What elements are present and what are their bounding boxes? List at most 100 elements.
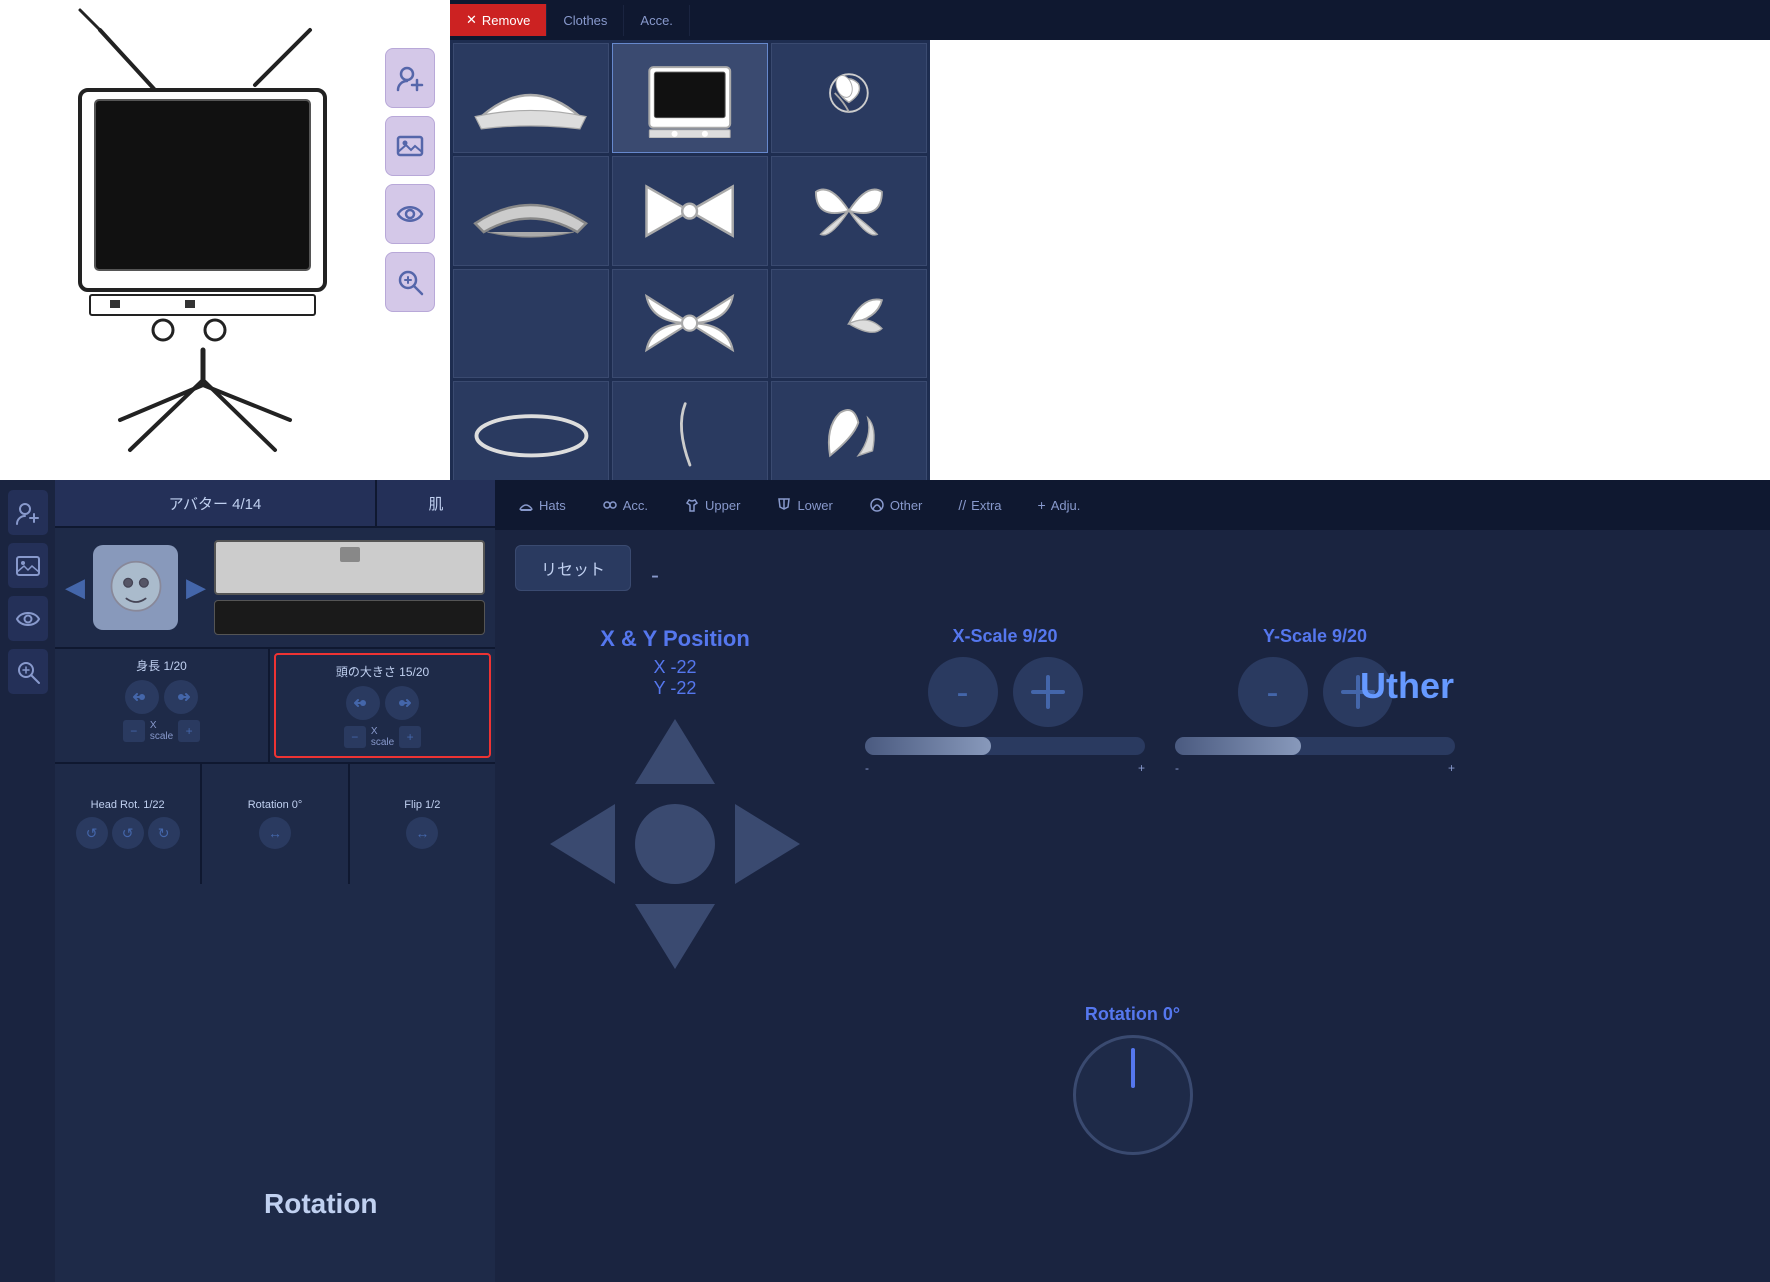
- flip-cell: Flip 1/2 ↔: [350, 764, 495, 884]
- horn-item: [636, 399, 744, 474]
- y-scale-max-label: +: [1448, 761, 1455, 775]
- head-scale-minus[interactable]: −: [344, 726, 366, 748]
- item-cell-2[interactable]: [612, 43, 768, 153]
- dpad-left-button[interactable]: [550, 804, 615, 884]
- right-tabs: Hats Acc. Upper: [495, 480, 1770, 530]
- item-cell-12[interactable]: [771, 381, 927, 491]
- action-row: Head Rot. 1/22 ↺ ↺ ↻ Rotation 0° ↔ Flip …: [55, 764, 495, 884]
- height-increase-button[interactable]: [164, 680, 198, 714]
- icon-sidebar: [0, 480, 55, 1282]
- x-scale-minus-button[interactable]: -: [928, 657, 998, 727]
- panel-header: アバター 4/14 肌: [55, 480, 495, 528]
- dpad-center-button[interactable]: [635, 804, 715, 884]
- avatar-face-row: ◀ ▶: [55, 528, 495, 649]
- items-grid: [450, 40, 930, 480]
- arrow-right-icon: [172, 688, 190, 706]
- item-cell-9[interactable]: [771, 269, 927, 379]
- avatar-next-button[interactable]: ▶: [186, 572, 206, 603]
- rotation-circle[interactable]: [1073, 1035, 1193, 1155]
- skin-swatches: [214, 540, 485, 635]
- x-scale-btn-row: -: [865, 657, 1145, 727]
- tab-extra[interactable]: // Extra: [940, 489, 1019, 521]
- dpad-up-button[interactable]: [635, 719, 715, 784]
- tab-adjust[interactable]: + Adju.: [1020, 489, 1099, 521]
- rotation-controls: ↔: [259, 817, 291, 849]
- dash-label: -: [651, 562, 659, 590]
- y-scale-track[interactable]: [1175, 737, 1455, 755]
- head-increase-button[interactable]: [385, 686, 419, 720]
- height-decrease-button[interactable]: [125, 680, 159, 714]
- height-arrows: [63, 680, 260, 714]
- hat-item-1: [469, 55, 592, 141]
- x-scale-plus-button[interactable]: [1013, 657, 1083, 727]
- sidebar-buttons: [385, 48, 445, 312]
- head-rot-btn-2[interactable]: ↺: [112, 817, 144, 849]
- head-decrease-button[interactable]: [346, 686, 380, 720]
- reset-button[interactable]: リセット: [515, 545, 631, 591]
- sidebar-eye-btn[interactable]: [8, 596, 48, 641]
- item-cell-4[interactable]: [453, 156, 609, 266]
- sidebar-image-btn[interactable]: [8, 543, 48, 588]
- item-cell-10[interactable]: [453, 381, 609, 491]
- nav-tab-clothes[interactable]: Clothes: [547, 5, 624, 36]
- y-scale-track-labels: - +: [1175, 761, 1455, 775]
- height-scale-minus[interactable]: −: [123, 720, 145, 742]
- y-value: Y -22: [515, 678, 835, 699]
- sidebar-add-btn[interactable]: [8, 490, 48, 535]
- item-cell-7[interactable]: [453, 269, 609, 379]
- head-arrows: [284, 686, 481, 720]
- right-main-panel: Hats Acc. Upper: [495, 480, 1770, 1282]
- hats-tab-icon: [518, 497, 534, 513]
- item-cell-1[interactable]: [453, 43, 609, 153]
- x-scale-track[interactable]: [865, 737, 1145, 755]
- controls-area: X & Y Position X -22 Y -22: [515, 626, 1750, 974]
- tab-acc[interactable]: Acc.: [584, 489, 666, 521]
- head-arrow-right-icon: [393, 694, 411, 712]
- skin-swatch-dark[interactable]: [214, 600, 485, 635]
- sidebar-zoom-btn[interactable]: [8, 649, 48, 694]
- rotation-cell: Rotation 0° ↔: [202, 764, 349, 884]
- height-scale-plus[interactable]: +: [178, 720, 200, 742]
- tab-lower[interactable]: Lower: [758, 489, 850, 521]
- x-scale-fill: [865, 737, 991, 755]
- dpad-down-button[interactable]: [635, 904, 715, 969]
- item-cell-6[interactable]: [771, 156, 927, 266]
- uther-display: Uther: [1323, 641, 1491, 731]
- y-scale-minus-button[interactable]: -: [1238, 657, 1308, 727]
- image-sidebar-icon: [15, 553, 41, 579]
- avatar-prev-button[interactable]: ◀: [65, 572, 85, 603]
- remove-icon: ✕: [466, 12, 477, 28]
- head-rot-btn-1[interactable]: ↺: [76, 817, 108, 849]
- head-xscale-row: − Xscale +: [284, 726, 481, 748]
- head-scale-plus[interactable]: +: [399, 726, 421, 748]
- tab-hats[interactable]: Hats: [500, 489, 584, 521]
- xy-position-ctrl: X & Y Position X -22 Y -22: [515, 626, 835, 974]
- height-section: 身長 1/20: [55, 649, 270, 762]
- skin-swatch-light[interactable]: [214, 540, 485, 595]
- item-cell-11[interactable]: [612, 381, 768, 491]
- tab-upper[interactable]: Upper: [666, 489, 758, 521]
- flip-btn[interactable]: ↔: [406, 817, 438, 849]
- dpad-right-button[interactable]: [735, 804, 800, 884]
- add-avatar-button[interactable]: [385, 48, 435, 108]
- zoom-button[interactable]: [385, 252, 435, 312]
- eye-button[interactable]: [385, 184, 435, 244]
- nav-tab-remove[interactable]: ✕ Remove: [450, 4, 547, 36]
- head-rot-controls: ↺ ↺ ↻: [76, 817, 180, 849]
- item-cell-8[interactable]: [612, 269, 768, 379]
- item-cell-3[interactable]: [771, 43, 927, 153]
- uther-text: Uther: [1360, 665, 1454, 707]
- tab-other[interactable]: Other: [851, 489, 941, 521]
- head-rot-btn-3[interactable]: ↻: [148, 817, 180, 849]
- rotation-btn[interactable]: ↔: [259, 817, 291, 849]
- zoom-sidebar-icon: [15, 659, 41, 685]
- item-cell-5[interactable]: [612, 156, 768, 266]
- rotation-bottom-label: Rotation: [264, 1188, 378, 1220]
- item-grid-area: [450, 40, 930, 480]
- gallery-button[interactable]: [385, 116, 435, 176]
- head-rot-label: Head Rot. 1/22: [91, 799, 165, 811]
- avatar-config-panel: アバター 4/14 肌 ◀ ▶: [55, 480, 495, 1282]
- nav-tab-acce[interactable]: Acce.: [624, 5, 690, 36]
- x-scale-min-label: -: [865, 761, 869, 775]
- y-scale-fill: [1175, 737, 1301, 755]
